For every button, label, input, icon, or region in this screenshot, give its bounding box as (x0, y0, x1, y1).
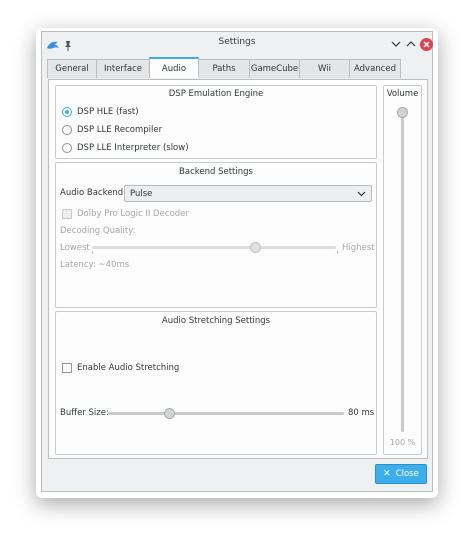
close-button[interactable]: ✕ Close (375, 464, 427, 484)
chevron-down-icon (357, 189, 366, 201)
latency-label: Latency: ~40ms (60, 260, 130, 270)
tab-gamecube[interactable]: GameCube (249, 59, 300, 78)
dsp-lle-recompiler-label: DSP LLE Recompiler (77, 125, 163, 135)
stretching-group-title: Audio Stretching Settings (161, 316, 271, 326)
dsp-group-title: DSP Emulation Engine (168, 89, 264, 99)
dolby-decoder-option[interactable]: Dolby Pro Logic II Decoder (62, 209, 189, 219)
title-bar[interactable]: Settings (42, 32, 433, 56)
dsp-lle-interpreter-option[interactable]: DSP LLE Interpreter (slow) (62, 143, 189, 153)
audio-backend-value: Pulse (130, 188, 153, 199)
tab-paths[interactable]: Paths (198, 59, 250, 78)
decoding-quality-ticks (92, 251, 338, 254)
enable-stretching-label: Enable Audio Stretching (77, 363, 180, 373)
window-title: Settings (218, 37, 256, 47)
lowest-label: Lowest (60, 243, 90, 253)
audio-stretching-group: Audio Stretching Settings Enable Audio S… (55, 311, 377, 455)
dsp-lle-recompiler-radio[interactable] (62, 125, 72, 135)
tab-wii[interactable]: Wii (299, 59, 350, 78)
volume-group: Volume 100 % (383, 85, 422, 455)
tab-bar: General Interface Audio Paths GameCube W… (47, 57, 401, 79)
tab-advanced[interactable]: Advanced (349, 59, 401, 78)
tab-interface[interactable]: Interface (96, 59, 150, 78)
highest-label: Highest (342, 243, 375, 253)
dsp-lle-interpreter-radio[interactable] (62, 143, 72, 153)
backend-group-title: Backend Settings (179, 167, 253, 177)
close-button-label: Close (395, 469, 419, 479)
audio-tab-panel: DSP Emulation Engine DSP HLE (fast) DSP … (48, 79, 428, 459)
volume-value-label: 100 % (389, 438, 416, 447)
enable-stretching-option[interactable]: Enable Audio Stretching (62, 363, 179, 373)
volume-slider-groove[interactable] (401, 110, 404, 432)
close-window-button[interactable] (419, 37, 433, 51)
volume-slider-handle[interactable] (397, 107, 408, 118)
chevron-down-icon (391, 41, 401, 47)
close-icon: ✕ (383, 469, 391, 479)
dolby-decoder-checkbox[interactable] (62, 209, 72, 219)
decoding-quality-label: Decoding Quality: (60, 226, 136, 236)
dolby-decoder-label: Dolby Pro Logic II Decoder (77, 209, 189, 219)
maximize-button[interactable] (404, 37, 418, 51)
tab-audio[interactable]: Audio (149, 57, 199, 78)
buffer-size-groove[interactable] (108, 412, 344, 415)
buffer-size-handle[interactable] (164, 408, 176, 419)
backend-settings-group: Backend Settings Audio Backend: Pulse Do… (55, 162, 377, 308)
settings-window: Settings General Interface Audio Paths G… (41, 31, 433, 492)
audio-backend-select[interactable]: Pulse (124, 185, 372, 202)
buffer-size-label: Buffer Size: (60, 408, 109, 418)
dsp-hle-option[interactable]: DSP HLE (fast) (62, 107, 139, 117)
decoding-quality-groove[interactable] (92, 246, 336, 249)
audio-backend-label: Audio Backend: (60, 188, 127, 198)
chevron-up-icon (406, 41, 416, 47)
dsp-lle-recompiler-option[interactable]: DSP LLE Recompiler (62, 125, 162, 135)
minimize-button[interactable] (389, 37, 403, 51)
enable-stretching-checkbox[interactable] (62, 363, 72, 373)
dsp-hle-label: DSP HLE (fast) (77, 107, 139, 117)
buffer-size-value: 80 ms (348, 408, 375, 418)
dsp-lle-interpreter-label: DSP LLE Interpreter (slow) (77, 143, 189, 153)
dsp-emulation-group: DSP Emulation Engine DSP HLE (fast) DSP … (55, 85, 377, 159)
dsp-hle-radio[interactable] (62, 107, 72, 117)
volume-title: Volume (386, 89, 419, 99)
close-icon (419, 37, 433, 51)
tab-general[interactable]: General (47, 59, 97, 78)
